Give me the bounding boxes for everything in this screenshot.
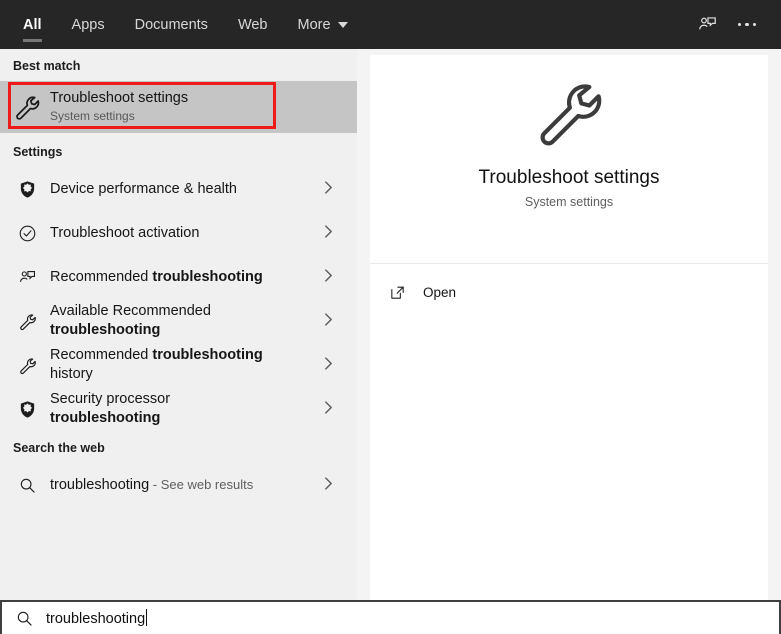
list-item-label: Recommended troubleshooting history [50,347,263,382]
list-item-web-search[interactable]: troubleshooting - See web results [0,463,357,507]
feedback-person-icon[interactable] [687,5,727,45]
ellipsis-dot [752,22,757,27]
wrench-icon [4,93,50,121]
topbar-actions [687,0,781,49]
best-match-text: Troubleshoot settings System settings [50,90,188,124]
tab-more[interactable]: More [283,0,363,49]
chevron-down-icon [337,21,348,28]
list-item-device-performance-health[interactable]: Device performance & health [0,167,357,211]
search-tab-bar: All Apps Documents Web More [0,0,781,49]
best-match-result[interactable]: Troubleshoot settings System settings [0,81,357,133]
best-match-title: Troubleshoot settings [50,90,189,106]
preview-subtitle: System settings [524,195,614,209]
list-item-label: Recommended troubleshooting [50,268,263,285]
text-cursor [146,609,148,626]
list-item-troubleshoot-activation[interactable]: Troubleshoot activation [0,211,357,255]
list-item-label: troubleshooting - See web results [50,477,254,493]
chevron-right-icon [324,356,333,374]
preview-hero: Troubleshoot settings System settings [370,55,768,264]
chevron-right-icon [324,312,333,330]
best-match-header: Best match [13,59,81,73]
list-item-label: Security processor troubleshooting [50,391,171,426]
ellipsis-icon[interactable] [727,5,767,45]
feedback-person-icon [4,268,50,287]
search-the-web-header: Search the web [13,441,105,455]
chevron-right-icon [324,224,333,242]
tab-web-label: Web [237,16,268,33]
settings-section-header: Settings [13,145,63,159]
search-icon [2,609,46,628]
list-item-label: Troubleshoot activation [50,224,200,241]
preview-title: Troubleshoot settings [478,167,660,188]
list-item-available-recommended-troubleshooting[interactable]: Available Recommended troubleshooting [0,299,357,343]
list-item-security-processor-troubleshooting[interactable]: Security processor troubleshooting [0,387,357,431]
open-action-label: Open [423,284,457,300]
tab-web[interactable]: Web [223,0,283,49]
ellipsis-dot [745,22,749,27]
best-match-container: Troubleshoot settings System settings [0,81,357,133]
wrench-icon [532,75,606,154]
chevron-right-icon [324,400,333,418]
open-external-icon [389,284,417,301]
list-item-label: Available Recommended troubleshooting [50,303,211,338]
chevron-right-icon [324,476,333,494]
wrench-icon [4,356,50,375]
search-icon [4,476,50,495]
chevron-right-icon [324,180,333,198]
tab-list: All Apps Documents Web More [0,0,363,49]
search-input[interactable]: troubleshooting [46,609,148,627]
tab-all[interactable]: All [8,0,57,49]
list-item-recommended-troubleshooting[interactable]: Recommended troubleshooting [0,255,357,299]
tab-documents-label: Documents [134,16,208,33]
list-item-recommended-troubleshooting-history[interactable]: Recommended troubleshooting history [0,343,357,387]
search-input-value: troubleshooting [46,611,146,627]
list-item-label: Device performance & health [50,180,237,197]
check-circle-icon [4,224,50,243]
tab-apps-label: Apps [71,16,105,33]
search-results-pane: Best match Troubleshoot settings System … [0,49,357,600]
search-input-bar[interactable]: troubleshooting [0,600,781,634]
preview-card: Troubleshoot settings System settings Op… [370,55,768,600]
shield-icon [4,180,50,199]
wrench-icon [4,312,50,331]
ellipsis-dot [737,22,742,27]
chevron-right-icon [324,268,333,286]
tab-all-label: All [23,16,42,33]
tab-documents[interactable]: Documents [120,0,223,49]
best-match-subtitle: System settings [50,109,135,123]
open-action-button[interactable]: Open [370,270,768,314]
preview-pane: Troubleshoot settings System settings Op… [357,49,781,600]
shield-icon [4,400,50,419]
tab-more-label: More [297,16,331,33]
tab-apps[interactable]: Apps [57,0,120,49]
